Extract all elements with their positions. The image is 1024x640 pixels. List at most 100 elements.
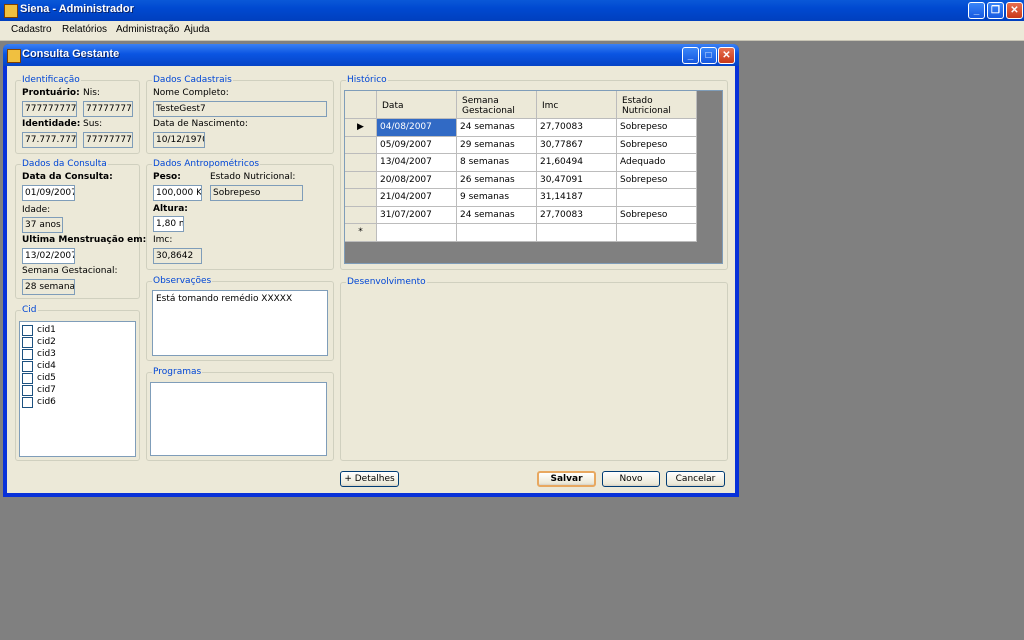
cid-item-label: cid3 [37,349,56,359]
grid-cell[interactable]: 04/08/2007 [377,119,457,137]
identificacao-title: Identificação [21,75,81,85]
menstruacao-label: Ultima Menstruação em: [22,235,147,245]
prontuario-field[interactable]: 7777777777 [22,101,77,117]
cid-checkbox[interactable] [22,361,33,372]
grid-new-row-header[interactable]: * [345,224,377,242]
grid-cell[interactable]: Sobrepeso [617,206,697,224]
grid-column-header[interactable]: Semana Gestacional [457,91,537,119]
menstruacao-field[interactable]: 13/02/2007 [22,248,75,264]
grid-cell[interactable]: 24 semanas [457,206,537,224]
semana-gestacional-field[interactable]: 28 semanas [22,279,75,295]
grid-cell[interactable]: 29 semanas [457,136,537,154]
grid-cell[interactable]: 30,47091 [537,171,617,189]
app-title-bar: Siena - Administrador _ ❐ ✕ [0,0,1024,21]
app-title: Siena - Administrador [20,3,134,15]
altura-field[interactable]: 1,80 m [153,216,184,232]
grid-column-header[interactable]: Imc [537,91,617,119]
grid-cell[interactable]: 9 semanas [457,189,537,207]
cid-checklist[interactable]: cid1 cid2 cid3 cid4 cid5 cid7 cid6 [19,321,136,457]
estado-nutricional-field[interactable]: Sobrepeso [210,185,303,201]
grid-cell[interactable]: 13/04/2007 [377,154,457,172]
grid-column-header[interactable]: Estado Nutricional [617,91,697,119]
novo-button[interactable]: Novo [602,471,660,487]
app-icon [4,4,18,18]
grid-cell[interactable]: 24 semanas [457,119,537,137]
grid-row-header[interactable] [345,206,377,224]
data-consulta-field[interactable]: 01/09/2007 [22,185,75,201]
programas-list[interactable] [150,382,327,456]
nome-field[interactable]: TesteGest7 [153,101,327,117]
sus-label: Sus: [83,119,103,129]
grid-row-header[interactable] [345,189,377,207]
cid-item-label: cid1 [37,325,56,335]
detalhes-button[interactable]: + Detalhes [340,471,399,487]
menu-ajuda[interactable]: Ajuda [184,24,210,35]
cid-checkbox[interactable] [22,397,33,408]
grid-cell[interactable]: 30,77867 [537,136,617,154]
grid-corner [345,91,377,119]
cancelar-button[interactable]: Cancelar [666,471,725,487]
salvar-button[interactable]: Salvar [537,471,596,487]
grid-column-header[interactable]: Data [377,91,457,119]
grid-row-header[interactable] [345,171,377,189]
menu-relatorios[interactable]: Relatórios [62,24,107,35]
grid-cell[interactable]: 26 semanas [457,171,537,189]
grid-cell[interactable]: Sobrepeso [617,119,697,137]
grid-cell[interactable]: Adequado [617,154,697,172]
peso-label: Peso: [153,172,181,182]
grid-cell[interactable]: 27,70083 [537,119,617,137]
sus-field[interactable]: 777777777 [83,132,133,148]
cid-checkbox[interactable] [22,373,33,384]
menu-administracao[interactable]: Administração [116,24,179,35]
grid-cell[interactable]: 8 semanas [457,154,537,172]
grid-cell[interactable]: 21,60494 [537,154,617,172]
consulta-gestante-dialog: Consulta Gestante _ □ ✕ Identificação Pr… [3,44,739,497]
dados-antropometricos-title: Dados Antropométricos [152,159,261,169]
minimize-button[interactable]: _ [968,2,985,19]
peso-field[interactable]: 100,000 Kg [153,185,202,201]
identidade-field[interactable]: 77.777.777-7 [22,132,77,148]
nome-label: Nome Completo: [153,88,229,98]
grid-cell[interactable]: 21/04/2007 [377,189,457,207]
grid-row-header[interactable]: ▶ [345,119,377,137]
grid-new-row-cell[interactable] [617,224,697,242]
idade-label: Idade: [22,205,51,215]
grid-cell[interactable]: Sobrepeso [617,136,697,154]
grid-cell[interactable]: 27,70083 [537,206,617,224]
menu-bar: Cadastro Relatórios Administração Ajuda [0,21,1024,41]
grid-new-row-cell[interactable] [537,224,617,242]
dialog-minimize-button[interactable]: _ [682,47,699,64]
historico-grid[interactable]: Data Semana Gestacional Imc Estado Nutricio… [344,90,723,264]
imc-field[interactable]: 30,8642 [153,248,202,264]
observacoes-textarea[interactable]: Está tomando remédio XXXXX [152,290,328,356]
cid-checkbox[interactable] [22,349,33,360]
cid-checkbox[interactable] [22,325,33,336]
nascimento-field[interactable]: 10/12/1970 [153,132,205,148]
grid-new-row-cell[interactable] [457,224,537,242]
semana-gestacional-label: Semana Gestacional: [22,266,118,276]
grid-cell[interactable]: Sobrepeso [617,171,697,189]
grid-cell[interactable]: 20/08/2007 [377,171,457,189]
grid-cell[interactable] [617,189,697,207]
imc-label: Imc: [153,235,173,245]
idade-field[interactable]: 37 anos [22,217,63,233]
observacoes-title: Observações [152,276,213,286]
cid-checkbox[interactable] [22,337,33,348]
grid-cell[interactable]: 31/07/2007 [377,206,457,224]
nis-label: Nis: [83,88,100,98]
altura-label: Altura: [153,204,188,214]
nis-field[interactable]: 777777777 [83,101,133,117]
dialog-maximize-button[interactable]: □ [700,47,717,64]
dialog-close-button[interactable]: ✕ [718,47,735,64]
dialog-body: Identificação Prontuário: Nis: 777777777… [7,66,735,493]
grid-cell[interactable]: 31,14187 [537,189,617,207]
menu-cadastro[interactable]: Cadastro [11,24,52,35]
cid-checkbox[interactable] [22,385,33,396]
grid-cell[interactable]: 05/09/2007 [377,136,457,154]
dialog-icon [7,49,21,63]
close-button[interactable]: ✕ [1006,2,1023,19]
restore-button[interactable]: ❐ [987,2,1004,19]
grid-row-header[interactable] [345,136,377,154]
grid-row-header[interactable] [345,154,377,172]
grid-new-row-cell[interactable] [377,224,457,242]
